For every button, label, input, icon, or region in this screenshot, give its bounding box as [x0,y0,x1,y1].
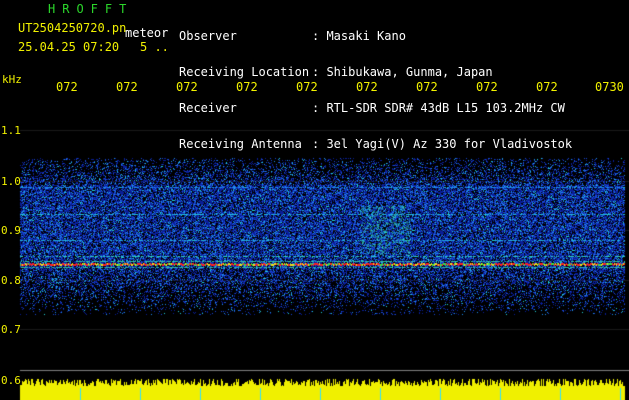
x-tick-label: 072 [296,80,318,94]
file-name-suffix: meteor [125,26,169,40]
x-tick-label: 072 [356,80,378,94]
label-antenna: Receiving Antenna [179,137,302,151]
label-receiver: Receiver [179,101,237,115]
x-tick-label: 072 [56,80,78,94]
x-tick-label: 072 [236,80,258,94]
x-tick-label: 072 [116,80,138,94]
x-tick-label: 072 [476,80,498,94]
x-tick-label: 0730 [595,80,624,94]
info-values: : Masaki Kano : Shibukawa, Gunma, Japan … [312,6,572,162]
label-location: Receiving Location [179,65,310,79]
capture-meta: 5 .. [140,40,169,54]
axis-unit-label: kHz [2,73,22,86]
file-name: UT2504250720.pn [18,21,127,35]
y-tick-label: 0.9 [1,224,21,237]
x-tick-label: 072 [416,80,438,94]
value-antenna: : 3el Yagi(V) Az 330 for Vladivostok [312,137,573,151]
y-tick-label: 1.0 [1,175,21,188]
capture-datetime: 25.04.25 07:20 [18,40,120,54]
y-tick-label: 0.8 [1,274,21,287]
y-tick-label: 0.6 [1,374,21,387]
value-receiver: : RTL-SDR SDR# 43dB L15 103.2MHz CW [312,101,565,115]
y-tick-label: 1.1 [1,124,21,137]
x-tick-label: 072 [176,80,198,94]
x-tick-label: 072 [536,80,558,94]
y-tick-label: 0.7 [1,323,21,336]
app-brand: HROFFT [48,2,134,16]
value-observer: : Masaki Kano [312,29,406,43]
value-location: : Shibukawa, Gunma, Japan [312,65,493,79]
label-observer: Observer [179,29,237,43]
